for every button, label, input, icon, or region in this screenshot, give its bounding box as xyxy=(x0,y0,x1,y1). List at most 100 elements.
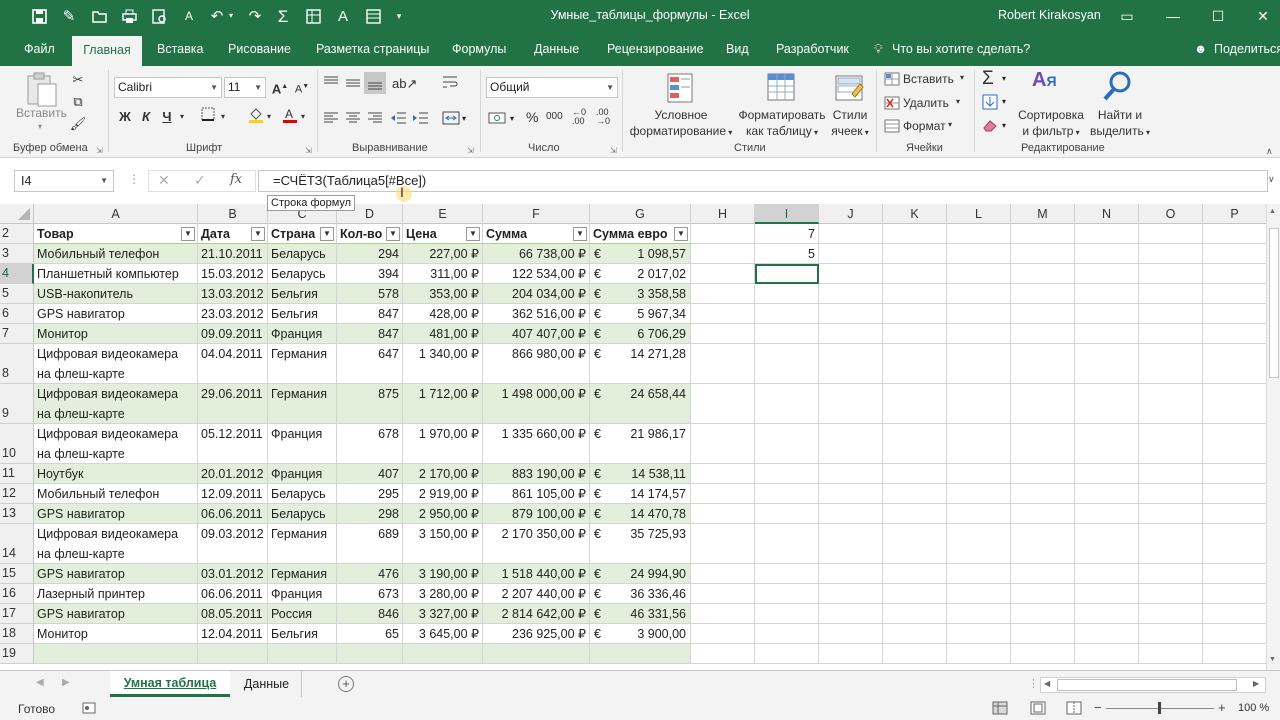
empty-cell[interactable] xyxy=(883,584,947,604)
empty-cell[interactable] xyxy=(1203,604,1266,624)
empty-cell[interactable] xyxy=(883,564,947,584)
empty-cell[interactable] xyxy=(1011,624,1075,644)
page-break-view-icon[interactable] xyxy=(1066,701,1082,718)
filter-dropdown-icon[interactable]: ▼ xyxy=(251,227,265,241)
empty-cell[interactable] xyxy=(947,524,1011,564)
cell-g9[interactable]: €24 658,44 xyxy=(590,384,691,424)
empty-cell[interactable] xyxy=(947,504,1011,524)
row-header-19[interactable]: 19 xyxy=(0,644,34,664)
align-top-icon[interactable] xyxy=(322,74,340,95)
column-header-p[interactable]: P xyxy=(1203,204,1266,224)
empty-cell[interactable] xyxy=(691,244,755,264)
sheet-tab-data[interactable]: Данные xyxy=(232,671,302,697)
cut-icon[interactable]: ✂ xyxy=(68,70,88,90)
cell-f9[interactable]: 1 498 000,00 ₽ xyxy=(483,384,590,424)
undo-icon[interactable]: ↶ xyxy=(206,6,228,26)
row-header-6[interactable]: 6 xyxy=(0,304,34,324)
empty-cell[interactable] xyxy=(819,324,883,344)
empty-cell[interactable] xyxy=(819,344,883,384)
empty-cell[interactable] xyxy=(1203,384,1266,424)
cell-g12[interactable]: €14 174,57 xyxy=(590,484,691,504)
macro-record-icon[interactable] xyxy=(82,701,96,718)
format-cells-button[interactable]: Формат xyxy=(903,119,946,133)
empty-cell[interactable] xyxy=(819,524,883,564)
empty-cell[interactable] xyxy=(755,324,819,344)
cell-c14[interactable]: Германия xyxy=(268,524,337,564)
empty-cell[interactable] xyxy=(1075,644,1139,664)
cell-g4[interactable]: €2 017,02 xyxy=(590,264,691,284)
table-header-a[interactable]: Товар ▼ xyxy=(34,224,198,244)
empty-cell[interactable] xyxy=(1139,624,1203,644)
empty-cell[interactable] xyxy=(691,344,755,384)
empty-cell[interactable] xyxy=(1139,604,1203,624)
name-box[interactable]: I4 ▼ xyxy=(14,170,114,192)
empty-cell[interactable] xyxy=(755,484,819,504)
empty-cell[interactable] xyxy=(883,224,947,244)
empty-cell[interactable] xyxy=(1011,284,1075,304)
cell-f7[interactable]: 407 407,00 ₽ xyxy=(483,324,590,344)
cell-b7[interactable]: 09.09.2011 xyxy=(198,324,268,344)
empty-cell[interactable] xyxy=(1011,424,1075,464)
empty-cell[interactable] xyxy=(1203,504,1266,524)
normal-view-icon[interactable] xyxy=(992,701,1008,718)
format-cells-icon[interactable] xyxy=(884,119,900,136)
empty-cell[interactable] xyxy=(1011,304,1075,324)
empty-cell[interactable] xyxy=(1139,484,1203,504)
cell-d7[interactable]: 847 xyxy=(337,324,403,344)
find-select-icon[interactable] xyxy=(1102,70,1132,105)
empty-cell[interactable] xyxy=(883,244,947,264)
empty-cell[interactable] xyxy=(1139,584,1203,604)
column-header-o[interactable]: O xyxy=(1139,204,1203,224)
zoom-out-icon[interactable]: − xyxy=(1094,700,1102,715)
cell-c9[interactable]: Германия xyxy=(268,384,337,424)
filter-dropdown-icon[interactable]: ▼ xyxy=(320,227,334,241)
row-header-9[interactable]: 9 xyxy=(0,384,34,424)
empty-cell[interactable] xyxy=(1203,264,1266,284)
delete-cells-button[interactable]: Удалить xyxy=(903,96,949,110)
empty-cell[interactable] xyxy=(691,504,755,524)
empty-cell[interactable] xyxy=(883,304,947,324)
autosum-dropdown-icon[interactable]: ▾ xyxy=(1002,74,1006,83)
empty-cell[interactable] xyxy=(691,224,755,244)
empty-cell[interactable] xyxy=(819,304,883,324)
column-header-g[interactable]: G xyxy=(590,204,691,224)
format-cells-dropdown-icon[interactable]: ▾ xyxy=(948,120,952,129)
row-header-4[interactable]: 4 xyxy=(0,264,34,284)
more-icon[interactable]: ▾ xyxy=(388,6,410,26)
add-sheet-icon[interactable]: + xyxy=(338,676,354,692)
cell-e4[interactable]: 311,00 ₽ xyxy=(403,264,483,284)
cell-f19[interactable] xyxy=(483,644,590,664)
cell-e7[interactable]: 481,00 ₽ xyxy=(403,324,483,344)
cell-f15[interactable]: 1 518 440,00 ₽ xyxy=(483,564,590,584)
row-header-13[interactable]: 13 xyxy=(0,504,34,524)
cell-f11[interactable]: 883 190,00 ₽ xyxy=(483,464,590,484)
cell-b10[interactable]: 05.12.2011 xyxy=(198,424,268,464)
orientation-icon[interactable]: ab↗ xyxy=(392,74,417,94)
cell-g6[interactable]: €5 967,34 xyxy=(590,304,691,324)
tab-review[interactable]: Рецензирование xyxy=(607,42,704,56)
table-grid-icon[interactable] xyxy=(362,6,384,26)
empty-cell[interactable] xyxy=(947,584,1011,604)
percent-button[interactable]: % xyxy=(526,109,538,125)
cell-e14[interactable]: 3 150,00 ₽ xyxy=(403,524,483,564)
cell-d17[interactable]: 846 xyxy=(337,604,403,624)
filter-dropdown-icon[interactable]: ▼ xyxy=(674,227,688,241)
horizontal-scroll-thumb[interactable] xyxy=(1057,679,1237,691)
empty-cell[interactable] xyxy=(1075,304,1139,324)
conditional-formatting-icon[interactable] xyxy=(666,72,696,107)
italic-button[interactable]: К xyxy=(136,107,156,127)
empty-cell[interactable] xyxy=(1203,564,1266,584)
empty-cell[interactable] xyxy=(947,304,1011,324)
cell-g5[interactable]: €3 358,58 xyxy=(590,284,691,304)
merge-dropdown-icon[interactable]: ▾ xyxy=(462,114,466,123)
cell-c16[interactable]: Франция xyxy=(268,584,337,604)
tab-file[interactable]: Файл xyxy=(24,42,55,56)
cell-d19[interactable] xyxy=(337,644,403,664)
cell-a15[interactable]: GPS навигатор xyxy=(34,564,198,584)
empty-cell[interactable] xyxy=(947,624,1011,644)
fill-dropdown-icon[interactable]: ▾ xyxy=(1002,97,1006,106)
select-all-button[interactable] xyxy=(0,204,34,224)
format-as-table-icon[interactable] xyxy=(766,72,798,107)
empty-cell[interactable] xyxy=(1139,564,1203,584)
empty-cell[interactable] xyxy=(755,384,819,424)
